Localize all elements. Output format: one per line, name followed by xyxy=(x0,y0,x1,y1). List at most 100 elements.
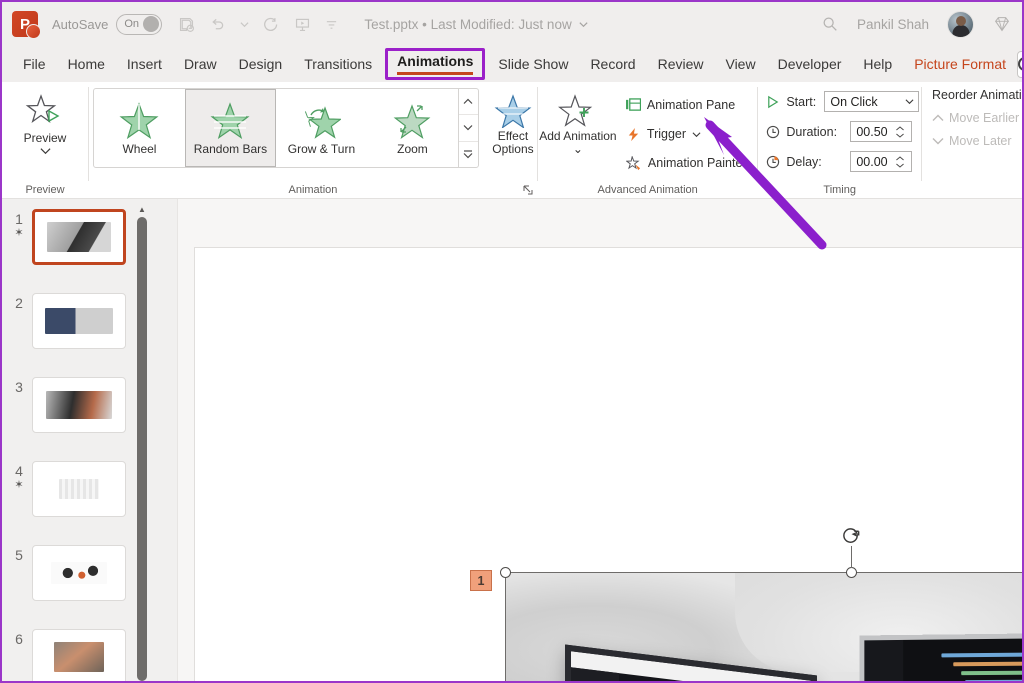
animation-random-bars-label: Random Bars xyxy=(193,141,268,156)
animation-grow-turn-label: Grow & Turn xyxy=(287,141,356,156)
add-animation-label: Add Animation ⌄ xyxy=(538,130,618,156)
resize-handle-top-left[interactable] xyxy=(499,566,511,578)
list-item[interactable]: 4 ✶ xyxy=(2,455,154,517)
ribbon-group-animation: Wheel Random Bars Grow & Turn Zoom Effec… xyxy=(89,82,537,199)
tab-file[interactable]: File xyxy=(12,51,57,77)
list-item[interactable]: 2 xyxy=(2,287,154,349)
more-options-icon[interactable] xyxy=(325,18,338,31)
animation-pane-button[interactable]: Animation Pane xyxy=(622,93,751,117)
slide-meta: 6 xyxy=(6,629,32,647)
animation-zoom[interactable]: Zoom xyxy=(367,89,458,167)
wheel-animation-icon xyxy=(119,101,159,139)
undo-dropdown-icon[interactable] xyxy=(240,20,249,29)
tab-view[interactable]: View xyxy=(714,51,766,77)
animation-wheel-label: Wheel xyxy=(122,141,157,156)
document-title[interactable]: Test.pptx • Last Modified: Just now xyxy=(364,17,588,32)
slide-panel-scrollbar[interactable]: ▲ xyxy=(136,203,148,681)
slide-thumbnail-3[interactable] xyxy=(32,377,126,433)
save-icon[interactable] xyxy=(178,16,195,33)
ribbon-group-reorder-animation: Reorder Animation Move Earlier Move Late… xyxy=(922,82,1022,199)
tab-slide-show[interactable]: Slide Show xyxy=(487,51,579,77)
start-row: Start: On Click xyxy=(766,88,920,115)
slide-thumbnail-panel[interactable]: 1 ✶ 2 3 4 ✶ 5 6 ▲ xyxy=(2,199,154,681)
resize-handle-top-center[interactable] xyxy=(845,566,857,578)
preview-group-label: Preview xyxy=(25,184,65,196)
slide-thumbnail-5[interactable] xyxy=(32,545,126,601)
delay-input[interactable]: 00.00 xyxy=(850,151,913,172)
delay-row: Delay: 00.00 xyxy=(766,148,913,175)
toggle-knob xyxy=(143,16,160,32)
animation-dialog-launcher[interactable] xyxy=(523,185,533,197)
tab-developer[interactable]: Developer xyxy=(767,51,853,77)
preview-button[interactable]: Preview xyxy=(2,88,88,155)
tab-design[interactable]: Design xyxy=(228,51,294,77)
start-value: On Click xyxy=(830,94,878,109)
move-earlier-label: Move Earlier xyxy=(949,111,1020,125)
tab-insert[interactable]: Insert xyxy=(116,51,173,77)
animation-random-bars[interactable]: Random Bars xyxy=(184,89,276,167)
slide-thumbnail-6[interactable] xyxy=(32,629,126,681)
list-item[interactable]: 1 ✶ xyxy=(2,203,154,265)
slide-meta: 3 xyxy=(6,377,32,395)
powerpoint-logo-icon: P xyxy=(12,11,41,39)
tab-animations[interactable]: Animations xyxy=(385,48,486,80)
reorder-group-label xyxy=(922,181,1022,199)
start-select[interactable]: On Click xyxy=(824,91,920,112)
scroll-up-arrow-icon[interactable]: ▲ xyxy=(136,203,148,216)
autosave-toggle[interactable]: On xyxy=(116,13,163,35)
slide-number: 1 xyxy=(15,211,23,227)
tab-record[interactable]: Record xyxy=(579,51,646,77)
slide-canvas[interactable]: ⊕LG xyxy=(194,247,1022,681)
move-earlier-button[interactable]: Move Earlier xyxy=(932,111,1019,125)
gallery-scroll-buttons[interactable] xyxy=(457,89,478,167)
tab-transitions[interactable]: Transitions xyxy=(293,51,383,77)
start-presentation-icon[interactable] xyxy=(294,16,311,33)
animation-grow-turn[interactable]: Grow & Turn xyxy=(276,89,367,167)
move-later-button[interactable]: Move Later xyxy=(932,134,1012,148)
quick-access-toolbar xyxy=(178,16,338,33)
duration-input[interactable]: 00.50 xyxy=(850,121,913,142)
delay-spinner[interactable] xyxy=(893,155,907,168)
search-icon[interactable] xyxy=(821,15,839,33)
undo-icon[interactable] xyxy=(209,16,226,33)
redo-icon[interactable] xyxy=(263,16,280,33)
chevron-down-icon xyxy=(932,138,944,145)
avatar[interactable] xyxy=(947,10,974,38)
slide-meta: 4 ✶ xyxy=(6,461,32,491)
tab-draw[interactable]: Draw xyxy=(173,51,228,77)
duration-label: Duration: xyxy=(786,124,838,139)
diamond-icon[interactable] xyxy=(992,14,1012,34)
panel-splitter[interactable] xyxy=(154,199,178,681)
animation-wheel[interactable]: Wheel xyxy=(94,89,185,167)
animation-gallery[interactable]: Wheel Random Bars Grow & Turn Zoom xyxy=(92,88,479,168)
powerpoint-window: P AutoSave On Test.pptx • Last Modified:… xyxy=(0,0,1024,683)
tab-home[interactable]: Home xyxy=(57,51,116,77)
add-animation-button[interactable]: Add Animation ⌄ xyxy=(538,88,618,156)
slide-number: 2 xyxy=(15,295,23,311)
list-item[interactable]: 5 xyxy=(2,539,154,601)
effect-options-button[interactable]: Effect Options xyxy=(489,88,537,156)
picture-desk-setup[interactable]: ⊕LG xyxy=(505,572,1022,681)
trigger-button[interactable]: Trigger xyxy=(622,122,751,146)
slide-edit-area[interactable]: ⊕LG xyxy=(154,199,1022,681)
gallery-more-button[interactable] xyxy=(459,142,478,167)
slide-thumbnail-4[interactable] xyxy=(32,461,126,517)
gallery-scroll-up-button[interactable] xyxy=(458,89,478,116)
duration-spinner[interactable] xyxy=(893,125,907,138)
scrollbar-thumb[interactable] xyxy=(137,217,147,681)
rotate-handle[interactable] xyxy=(841,526,861,546)
animation-painter-button[interactable]: Animation Painter xyxy=(622,151,751,175)
list-item[interactable]: 3 xyxy=(2,371,154,433)
tab-help[interactable]: Help xyxy=(852,51,903,77)
tab-review[interactable]: Review xyxy=(647,51,715,77)
chevron-up-icon xyxy=(932,114,944,121)
list-item[interactable]: 6 xyxy=(2,623,154,681)
slide-thumbnail-1[interactable] xyxy=(32,209,126,265)
tab-picture-format[interactable]: Picture Format xyxy=(903,51,1017,77)
picture-region-laptop-screen xyxy=(859,632,1022,681)
gallery-scroll-down-button[interactable] xyxy=(458,115,478,142)
record-button[interactable] xyxy=(1017,50,1022,78)
animation-order-badge[interactable]: 1 xyxy=(470,570,492,591)
chevron-down-icon xyxy=(39,148,51,155)
slide-thumbnail-2[interactable] xyxy=(32,293,126,349)
